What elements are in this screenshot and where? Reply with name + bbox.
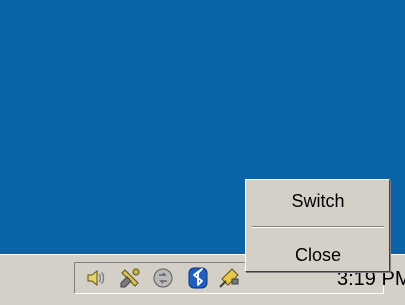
close-menu-item[interactable]: Close (252, 243, 384, 267)
switch-menu-item[interactable]: Switch (252, 189, 384, 213)
context-menu: Switch Close (245, 179, 390, 272)
hardware-icon[interactable] (218, 266, 242, 290)
speaker-icon[interactable] (85, 266, 109, 290)
bluetooth-icon[interactable] (186, 266, 210, 290)
sync-icon[interactable] (151, 266, 175, 290)
network-wrench-icon[interactable] (118, 266, 142, 290)
menu-separator (252, 226, 384, 228)
